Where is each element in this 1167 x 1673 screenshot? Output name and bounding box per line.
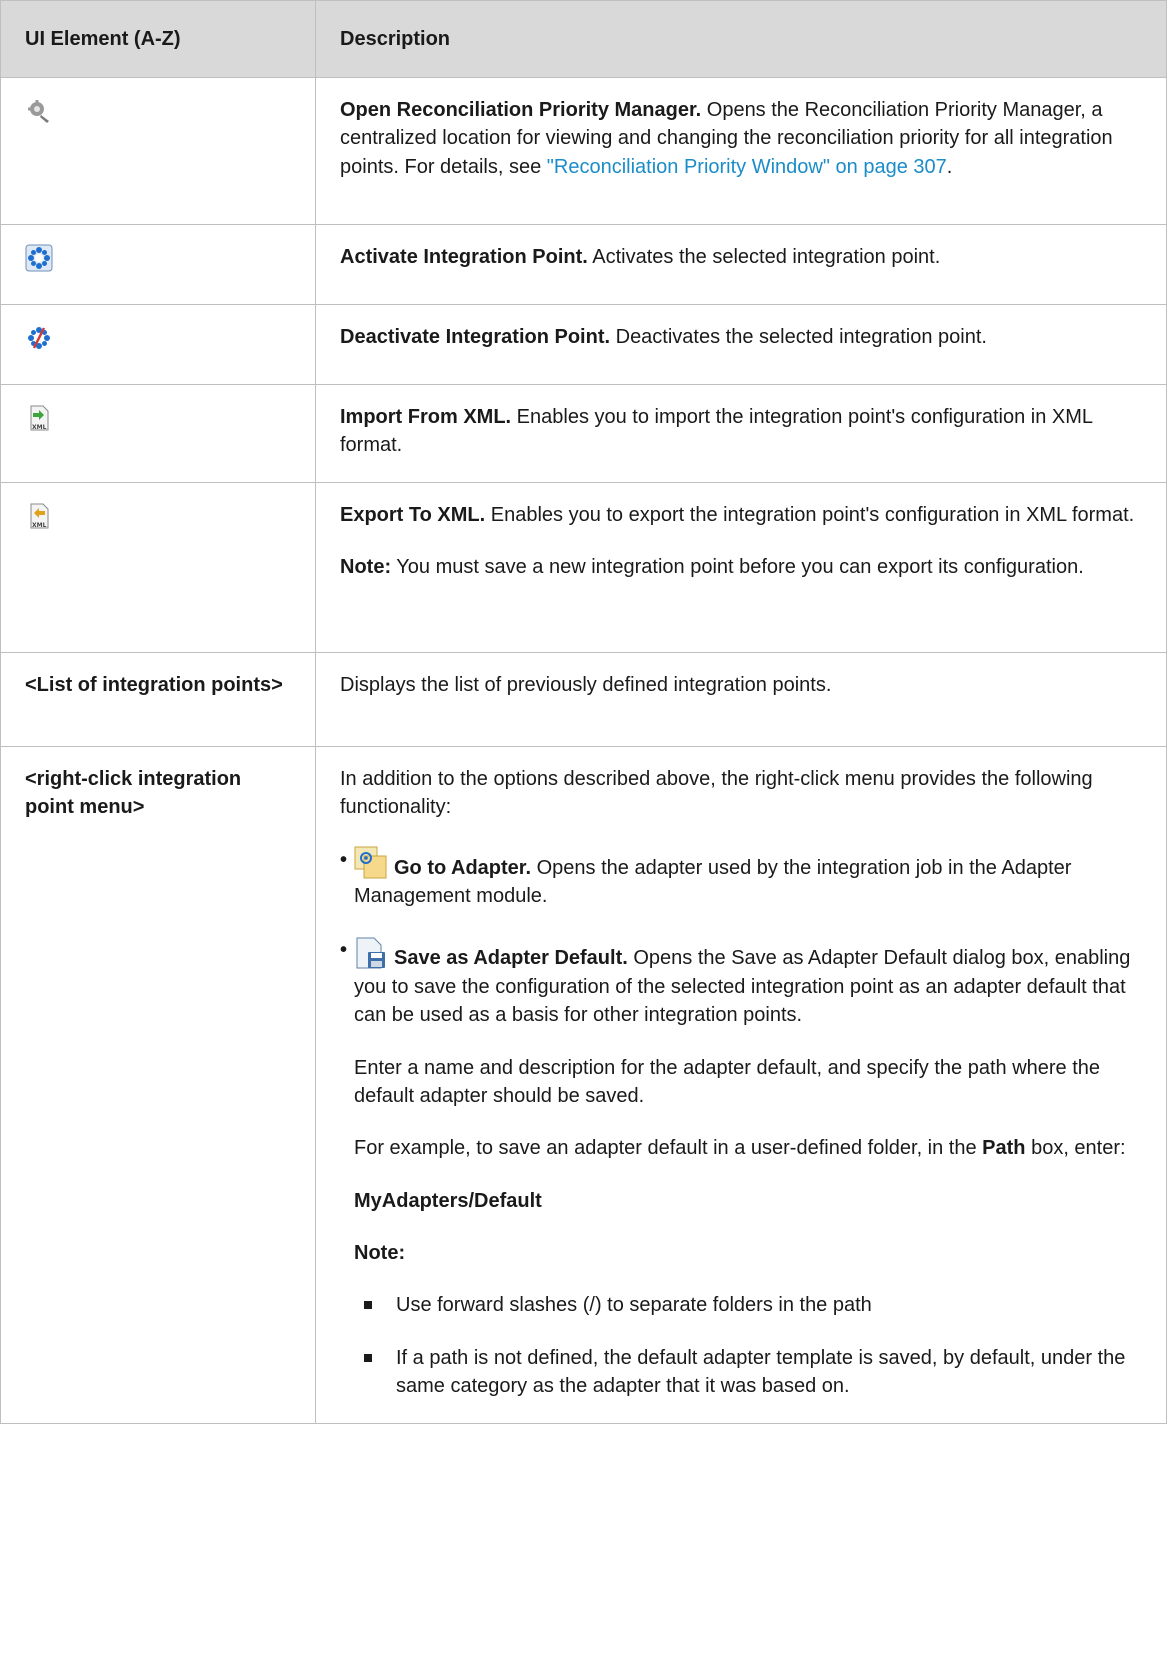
row-title: Activate Integration Point. bbox=[340, 246, 588, 268]
row-title: Deactivate Integration Point. bbox=[340, 326, 611, 348]
description-cell: Export To XML. Enables you to export the… bbox=[315, 481, 1167, 653]
element-cell: <List of integration points> bbox=[0, 651, 316, 747]
table-row: <List of integration points> Displays th… bbox=[0, 651, 1167, 747]
table-row: XML Import From XML. Enables you to impo… bbox=[0, 384, 1167, 483]
save-adapter-default-icon bbox=[354, 936, 388, 970]
reconciliation-window-link[interactable]: "Reconciliation Priority Window" on page… bbox=[547, 156, 947, 178]
header-description: Description bbox=[315, 0, 1167, 78]
activate-integration-point-icon bbox=[25, 244, 53, 272]
ui-elements-table: UI Element (A-Z) Description Open Reconc… bbox=[0, 0, 1167, 1424]
description-cell: Displays the list of previously defined … bbox=[315, 651, 1167, 747]
description-cell: Import From XML. Enables you to import t… bbox=[315, 384, 1167, 483]
table-row: <right-click integration point menu> In … bbox=[0, 745, 1167, 1424]
row-title: Export To XML. bbox=[340, 503, 486, 526]
import-xml-icon: XML bbox=[25, 404, 53, 432]
list-item: Save as Adapter Default. Opens the Save … bbox=[340, 936, 1142, 1400]
table-row: Deactivate Integration Point. Deactivate… bbox=[0, 304, 1167, 385]
element-cell: XML bbox=[0, 481, 316, 653]
table-row: Open Reconciliation Priority Manager. Op… bbox=[0, 77, 1167, 225]
element-name: <List of integration points> bbox=[25, 673, 283, 696]
deactivate-integration-point-icon bbox=[25, 324, 53, 352]
option-title: Go to Adapter. bbox=[394, 856, 532, 879]
table-row: XML Export To XML. Enables you to export… bbox=[0, 481, 1167, 653]
export-xml-icon: XML bbox=[25, 502, 53, 530]
table-row: Activate Integration Point. Activates th… bbox=[0, 224, 1167, 305]
note-label: Note: bbox=[354, 1242, 406, 1265]
header-ui-element: UI Element (A-Z) bbox=[0, 0, 316, 78]
list-item: If a path is not defined, the default ad… bbox=[354, 1344, 1142, 1401]
svg-text:XML: XML bbox=[32, 522, 47, 529]
list-item: Go to Adapter. Opens the adapter used by… bbox=[340, 846, 1142, 911]
description-cell: Deactivate Integration Point. Deactivate… bbox=[315, 304, 1167, 385]
description-cell: In addition to the options described abo… bbox=[315, 745, 1167, 1424]
go-to-adapter-icon bbox=[354, 846, 388, 880]
element-cell bbox=[0, 77, 316, 225]
row-title: Import From XML. bbox=[340, 406, 512, 428]
right-click-options-list: Go to Adapter. Opens the adapter used by… bbox=[340, 846, 1142, 1401]
reconciliation-priority-icon bbox=[25, 97, 53, 125]
option-title: Save as Adapter Default. bbox=[394, 947, 628, 970]
note-label: Note: bbox=[340, 556, 392, 579]
row-title: Open Reconciliation Priority Manager. bbox=[340, 99, 702, 121]
element-cell: XML bbox=[0, 384, 316, 483]
path-example: MyAdapters/Default bbox=[354, 1189, 542, 1212]
notes-list: Use forward slashes (/) to separate fold… bbox=[354, 1291, 1142, 1400]
table-header-row: UI Element (A-Z) Description bbox=[0, 0, 1167, 78]
svg-text:XML: XML bbox=[32, 424, 47, 431]
element-name: <right-click integration point menu> bbox=[25, 767, 242, 819]
description-cell: Activate Integration Point. Activates th… bbox=[315, 224, 1167, 305]
description-cell: Open Reconciliation Priority Manager. Op… bbox=[315, 77, 1167, 225]
element-cell bbox=[0, 224, 316, 305]
list-item: Use forward slashes (/) to separate fold… bbox=[354, 1291, 1142, 1319]
element-cell bbox=[0, 304, 316, 385]
element-cell: <right-click integration point menu> bbox=[0, 745, 316, 1424]
